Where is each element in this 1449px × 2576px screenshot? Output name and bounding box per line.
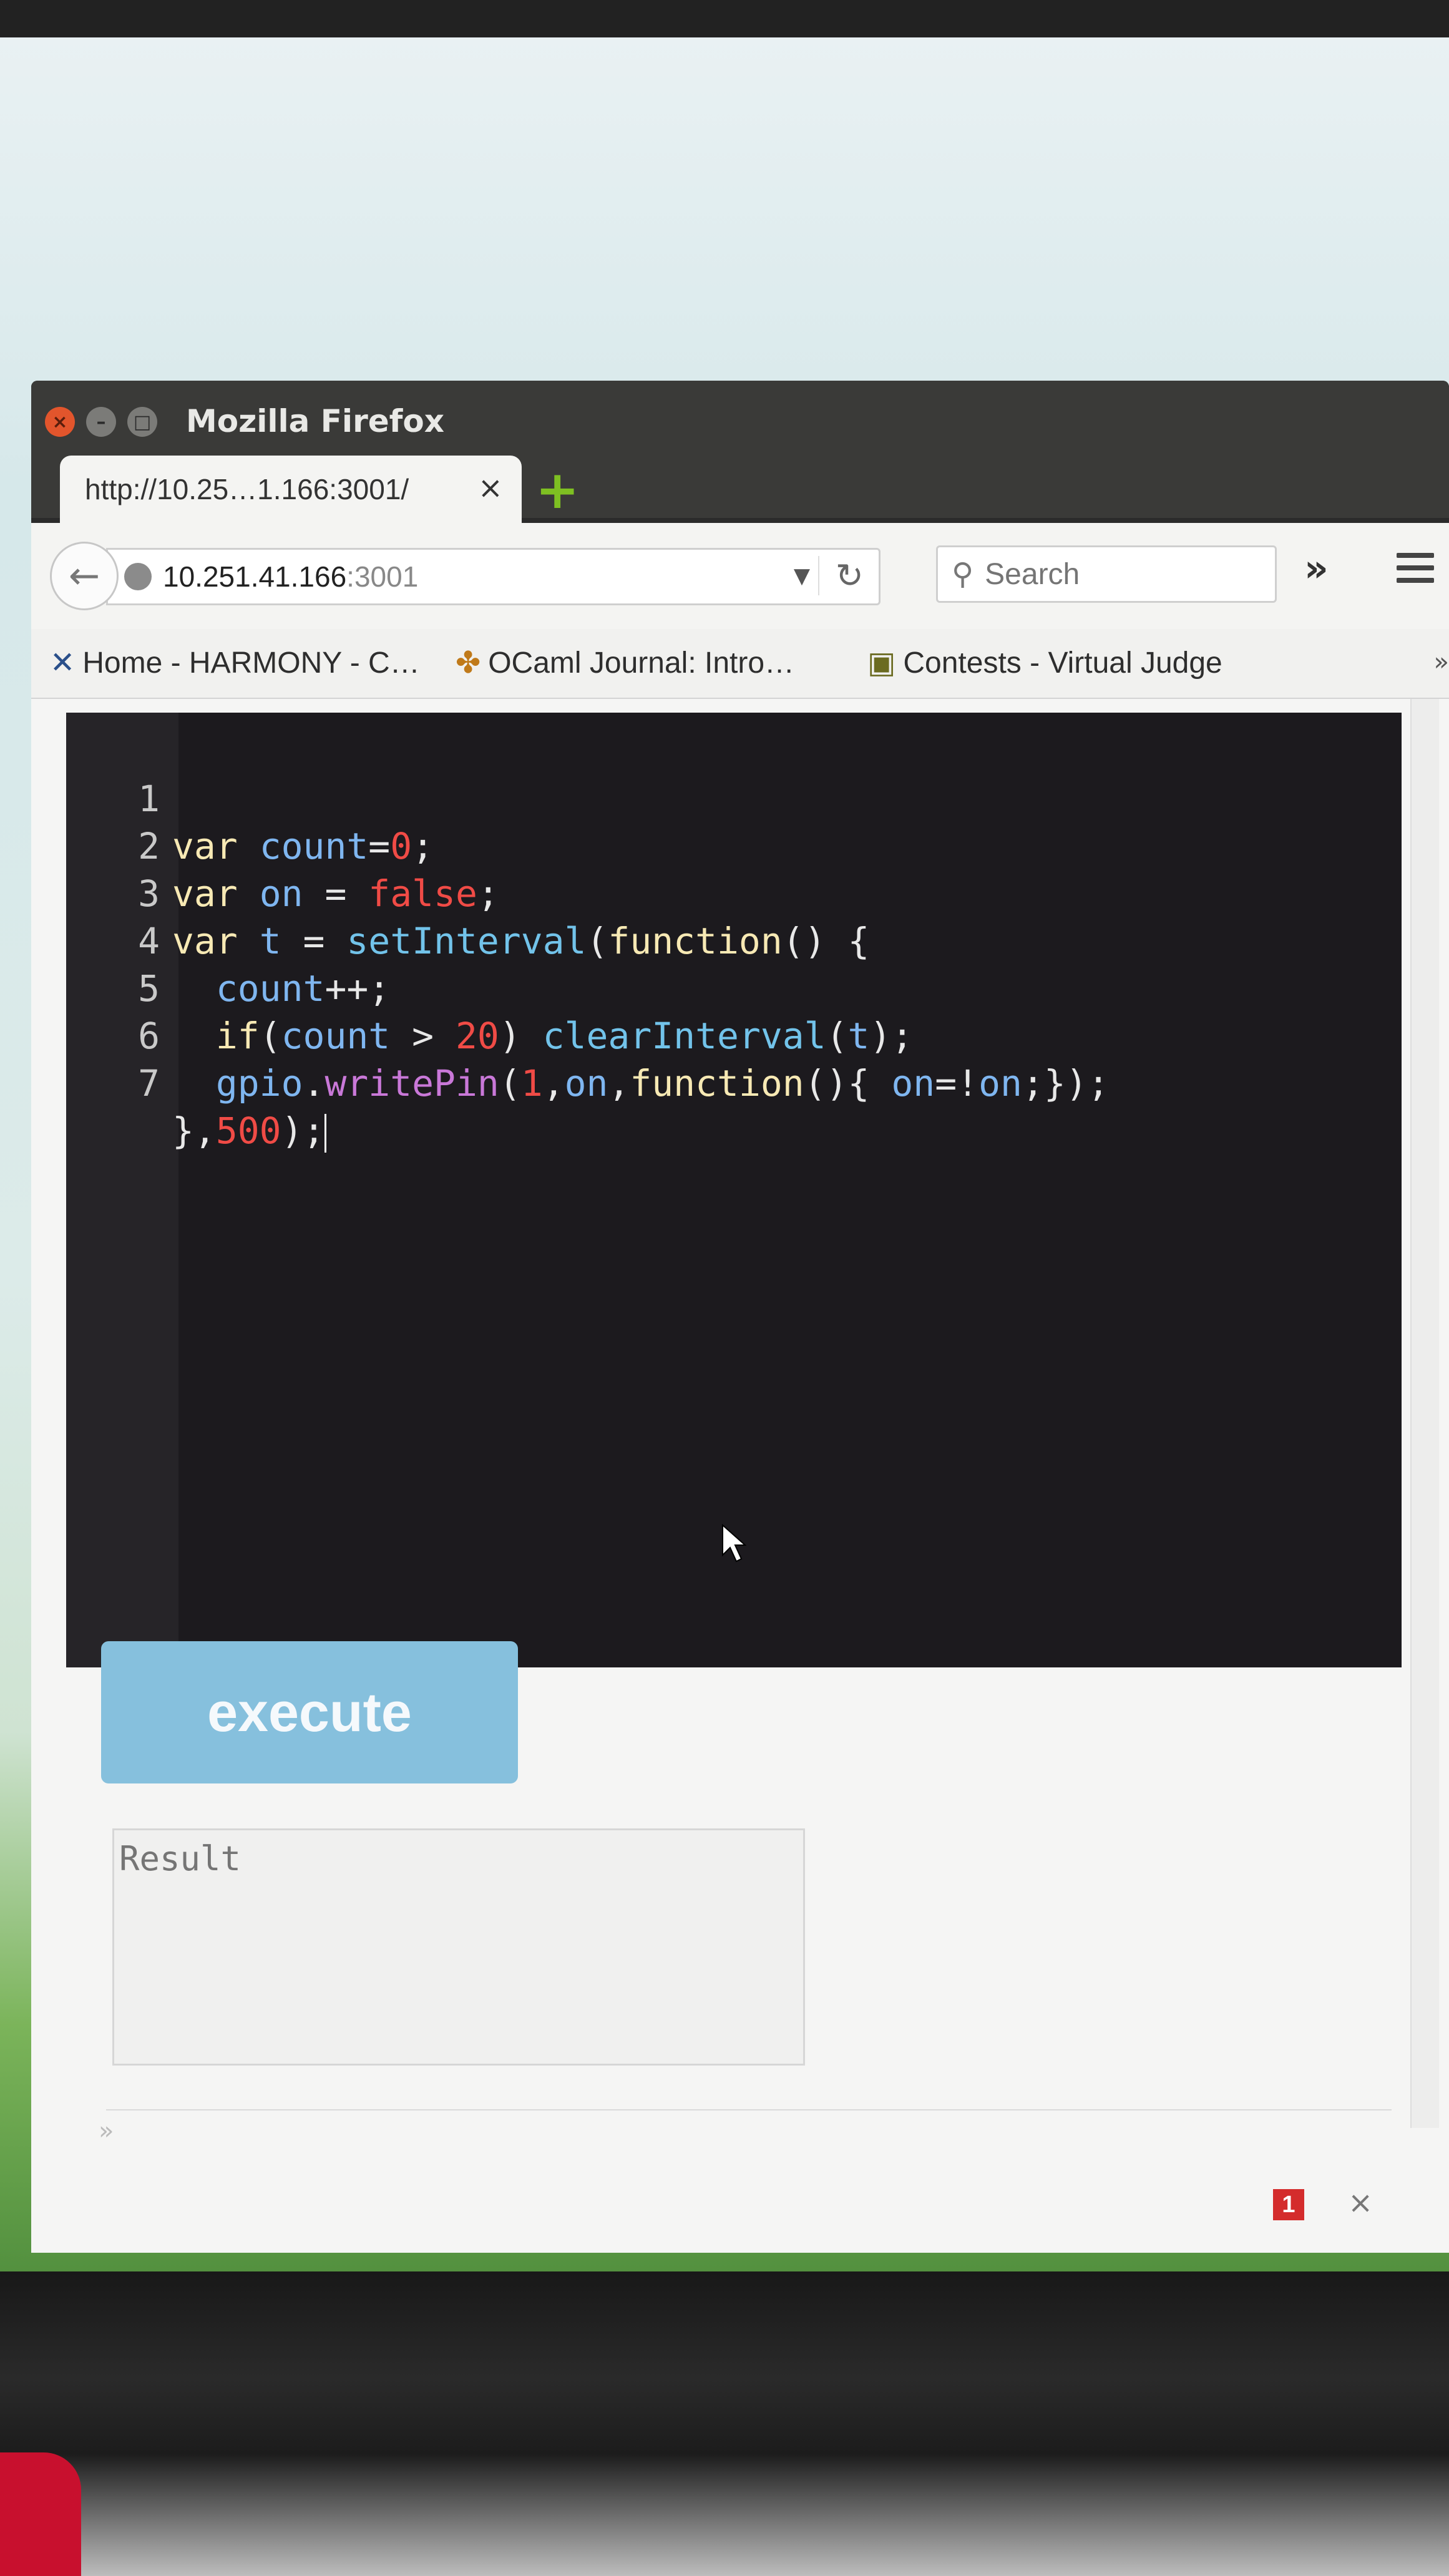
reload-icon[interactable]: ↻ (817, 556, 864, 595)
search-input[interactable] (983, 556, 1224, 592)
close-window-button[interactable]: × (45, 407, 75, 437)
virtual-judge-icon: ▣ (867, 646, 896, 680)
tab-strip: http://10.25…1.166:3001/ × + (31, 443, 1449, 523)
harmony-icon: ✕ (50, 646, 76, 680)
desk-object (0, 2452, 81, 2576)
divider (106, 2109, 1392, 2110)
back-arrow-icon[interactable]: ← (50, 542, 119, 610)
code-text: },500); (172, 1107, 327, 1154)
code-line: 7 },500); (66, 1012, 327, 1153)
toolbar-overflow-icon[interactable]: » (1304, 547, 1329, 590)
code-line: 5 if(count > 20) clearInterval(t); (66, 917, 913, 1057)
code-line: 1 var count=0; (66, 728, 434, 867)
result-textarea[interactable] (112, 1828, 805, 2066)
double-chevron-icon[interactable]: » (99, 2117, 114, 2145)
mouse-pointer-icon (722, 1524, 746, 1563)
ocaml-icon: ✤ (456, 646, 481, 680)
code-text: gpio.writePin(1,on,function(){ on=!on;})… (215, 1062, 1110, 1105)
page-content: 1 var count=0; 2 var on = false; 3 var t… (31, 699, 1449, 2253)
url-host: 10.251.41.166 (163, 560, 347, 593)
page-scrollbar[interactable] (1410, 699, 1439, 2128)
window-title: Mozilla Firefox (186, 403, 444, 439)
line-number: 7 (138, 1062, 160, 1105)
bookmarks-toolbar: ✕ Home - HARMONY - C… ✤ OCaml Journal: I… (31, 629, 1449, 699)
monitor-bezel-bottom (0, 2271, 1449, 2576)
execute-button[interactable]: execute (101, 1641, 518, 1783)
url-port: :3001 (346, 560, 419, 593)
search-icon: ⚲ (952, 557, 974, 592)
new-tab-plus-icon[interactable]: + (535, 464, 579, 516)
bookmark-virtual-judge[interactable]: ▣ Contests - Virtual Judge (867, 645, 1222, 680)
bookmarks-overflow-icon[interactable]: » (1434, 648, 1449, 676)
globe-icon (124, 563, 152, 590)
bookmark-label: OCaml Journal: Intro… (488, 646, 795, 680)
code-line: 6 gpio.writePin(1,on,function(){ on=!on;… (66, 965, 1110, 1105)
nav-bar: 10.251.41.166:3001 ▼ ↻ ← ⚲ » (31, 523, 1449, 630)
code-editor[interactable]: 1 var count=0; 2 var on = false; 3 var t… (66, 713, 1402, 1667)
maximize-window-button[interactable]: □ (127, 407, 157, 437)
tab-close-icon[interactable]: × (478, 471, 503, 505)
code-line: 3 var t = setInterval(function() { (66, 822, 869, 962)
text-cursor (324, 1113, 327, 1153)
hamburger-menu-icon[interactable] (1397, 553, 1434, 583)
tab-active[interactable]: http://10.25…1.166:3001/ × (60, 456, 522, 523)
url-dropdown-icon[interactable]: ▼ (794, 564, 810, 588)
url-bar[interactable]: 10.251.41.166:3001 ▼ ↻ (106, 548, 881, 605)
bookmark-label: Home - HARMONY - C… (82, 646, 420, 680)
bookmark-ocaml[interactable]: ✤ OCaml Journal: Intro… (456, 645, 794, 680)
bookmark-harmony[interactable]: ✕ Home - HARMONY - C… (50, 645, 420, 680)
notification-badge[interactable]: 1 (1273, 2189, 1304, 2220)
browser-window: × – □ Mozilla Firefox http://10.25…1.166… (31, 381, 1449, 2253)
minimize-window-button[interactable]: – (86, 407, 116, 437)
url-text: 10.251.41.166:3001 (163, 560, 418, 593)
code-line: 4 count++; (66, 870, 390, 1010)
code-line: 2 var on = false; (66, 775, 499, 915)
bookmark-label: Contests - Virtual Judge (903, 646, 1222, 680)
dismiss-close-icon[interactable]: × (1348, 2185, 1373, 2220)
tab-label: http://10.25…1.166:3001/ (85, 473, 409, 505)
code-lines: 1 var count=0; 2 var on = false; 3 var t… (66, 728, 1110, 1153)
search-box[interactable]: ⚲ (936, 545, 1277, 603)
